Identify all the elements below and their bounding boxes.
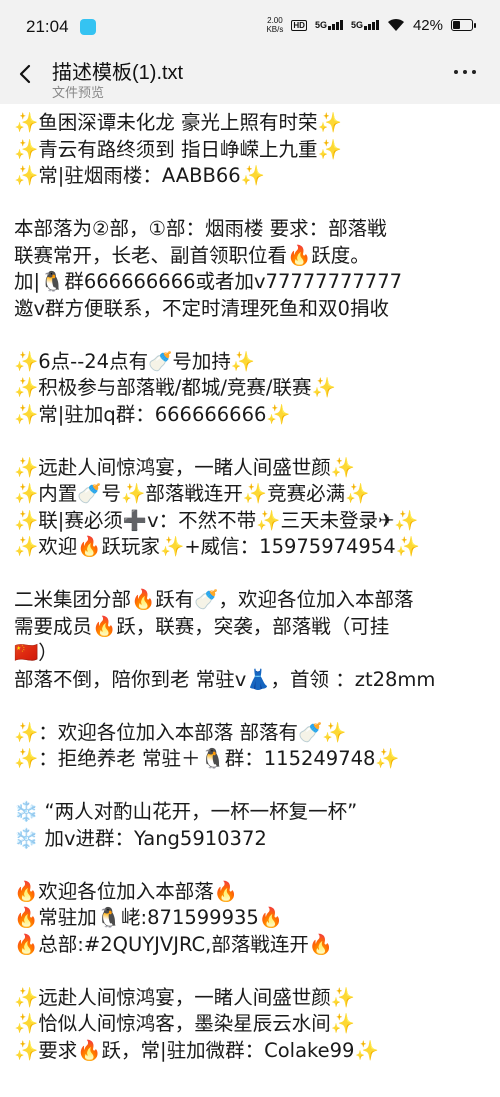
status-time: 21:04 bbox=[26, 17, 69, 36]
text-line bbox=[14, 190, 494, 217]
file-title: 描述模板(1).txt bbox=[52, 62, 184, 84]
app-bar: 描述模板(1).txt 文件预览 bbox=[0, 56, 500, 104]
text-line: 加|🐧群666666666或者加v77777777777 bbox=[14, 270, 403, 293]
text-line: ✨常|驻加q群：666666666✨ bbox=[14, 402, 291, 426]
text-line: 部落不倒，陪你到老 常驻v👗，首领 ：zt28mm bbox=[14, 667, 436, 691]
text-line bbox=[14, 958, 494, 985]
text-line: ✨青云有路终须到 指日峥嵘上九重✨ bbox=[14, 137, 342, 161]
text-line: ✨远赴人间惊鸿宴，一睹人间盛世颜✨ bbox=[14, 455, 356, 479]
text-line: ❄️ 加v进群：Yang5910372 bbox=[14, 826, 267, 850]
back-arrow-icon[interactable] bbox=[14, 62, 38, 86]
more-options-icon[interactable] bbox=[454, 70, 476, 74]
text-line bbox=[14, 428, 494, 455]
sim1-signal-icon: 5G bbox=[315, 20, 343, 30]
hd-voice-icon: HD bbox=[291, 19, 307, 31]
status-bar: 21:04 2.00 KB/s HD 5G 5G 42% bbox=[0, 0, 500, 56]
network-speed: 2.00 KB/s bbox=[266, 16, 283, 34]
text-line bbox=[14, 693, 494, 720]
battery-icon bbox=[451, 19, 476, 31]
app-notification-icon bbox=[80, 19, 96, 35]
status-indicators: 2.00 KB/s HD 5G 5G 42% bbox=[266, 16, 476, 34]
text-line: ✨：欢迎各位加入本部落 部落有🍼✨ bbox=[14, 720, 347, 744]
text-line: 🇨🇳） bbox=[14, 641, 58, 664]
battery-percent: 42% bbox=[412, 16, 443, 34]
network-speed-value: 2.00 bbox=[267, 16, 283, 25]
text-line: ✨欢迎🔥跃玩家✨+威信：15975974954✨ bbox=[14, 535, 420, 558]
text-line: ✨恰似人间惊鸿客，墨染星辰云水间✨ bbox=[14, 1012, 356, 1035]
text-line: ✨6点--24点有🍼号加持✨ bbox=[14, 349, 256, 373]
sim2-signal-icon: 5G bbox=[351, 20, 379, 30]
text-line: 🔥常驻加🐧峔:871599935🔥 bbox=[14, 906, 284, 929]
text-line: 本部落为②部，①部：烟雨楼 要求：部落戦 bbox=[14, 217, 387, 240]
text-line bbox=[14, 773, 494, 800]
text-line: ✨联|赛必须➕v：不然不带✨三天未登录✈✨ bbox=[14, 508, 419, 532]
text-line: 🔥欢迎各位加入本部落🔥 bbox=[14, 879, 239, 903]
file-preview-label: 文件预览 bbox=[52, 85, 105, 100]
text-line: 需要成员🔥跃，联赛，突袭，部落戦（可挂 bbox=[14, 614, 390, 638]
text-line: ❄️ “两人对酌山花开，一杯一杯复一杯” bbox=[14, 800, 358, 823]
text-line: 邀v群方便联系，不定时清理死鱼和双0捐收 bbox=[14, 296, 389, 320]
text-line: 🔥总部:#2QUYJVJRC,部落戦连开🔥 bbox=[14, 932, 334, 956]
text-line: ✨远赴人间惊鸿宴，一睹人间盛世颜✨ bbox=[14, 985, 356, 1009]
text-line bbox=[14, 852, 494, 879]
network-speed-unit: KB/s bbox=[266, 25, 284, 34]
text-line: ✨积极参与部落戦/都城/竞赛/联赛✨ bbox=[14, 376, 336, 399]
wifi-icon bbox=[387, 18, 404, 31]
text-line: ✨鱼困深谭未化龙 豪光上照有时荣✨ bbox=[14, 111, 342, 134]
document-text: ✨鱼困深谭未化龙 豪光上照有时荣✨ ✨青云有路终须到 指日峥嵘上九重✨ ✨常|驻烟雨… bbox=[14, 110, 494, 1064]
text-line: ✨常|驻烟雨楼：AABB66✨ bbox=[14, 164, 265, 187]
text-line: ✨：拒绝养老 常驻＋🐧群：115249748✨ bbox=[14, 747, 400, 770]
text-line: 二米集团分部🔥跃有🍼，欢迎各位加入本部落 bbox=[14, 588, 414, 611]
text-line: 联赛常开，长老、副首领职位看🔥跃度。 bbox=[14, 243, 370, 267]
text-line: ✨内置🍼号✨部落戦连开✨竞赛必满✨ bbox=[14, 482, 370, 505]
text-line: ✨要求🔥跃，常|驻加微群：Colake99✨ bbox=[14, 1038, 379, 1062]
text-line bbox=[14, 561, 494, 588]
text-line bbox=[14, 322, 494, 349]
